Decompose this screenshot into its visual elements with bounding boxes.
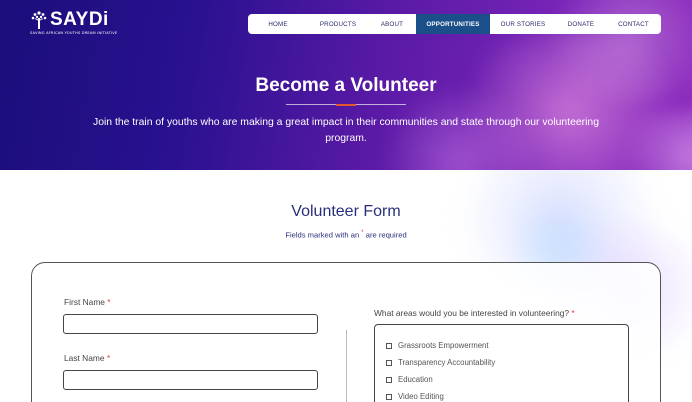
logo-tagline: SAVING AFRICAN YOUTHS DREAM INITIATIVE (30, 31, 118, 35)
nav-item-our-stories[interactable]: OUR STORIES (490, 14, 556, 34)
form-title: Volunteer Form (291, 203, 401, 220)
title-divider-accent (336, 104, 356, 106)
required-star: * (571, 308, 575, 318)
first-name-label: First Name * (64, 297, 111, 307)
nav-item-opportunities[interactable]: OPPORTUNITIES (416, 14, 490, 34)
checkbox[interactable] (386, 342, 392, 349)
nav-item-donate[interactable]: DONATE (556, 14, 606, 34)
area-option[interactable]: Transparency Accountability (386, 358, 495, 367)
main-nav: HOME PRODUCTS ABOUT OPPORTUNITIES OUR ST… (248, 14, 661, 34)
required-star: * (106, 353, 111, 363)
last-name-field[interactable] (63, 370, 318, 390)
area-option[interactable]: Education (386, 375, 433, 384)
site-logo[interactable]: SAYDi SAVING AFRICAN YOUTHS DREAM INITIA… (30, 9, 118, 36)
nav-item-home[interactable]: HOME (248, 14, 308, 34)
nav-item-contact[interactable]: CONTACT (606, 14, 661, 34)
first-name-field[interactable] (63, 314, 318, 334)
checkbox[interactable] (386, 376, 392, 383)
required-star: * (107, 297, 111, 307)
areas-label: What areas would you be interested in vo… (374, 308, 575, 318)
checkbox[interactable] (386, 393, 392, 400)
checkbox[interactable] (386, 359, 392, 366)
tree-icon (30, 10, 48, 30)
column-divider (346, 330, 347, 402)
nav-item-about[interactable]: ABOUT (368, 14, 416, 34)
hero-subtitle: Join the train of youths who are making … (93, 117, 599, 144)
page-title: Become a Volunteer (255, 75, 437, 96)
area-option[interactable]: Grassroots Empowerment (386, 341, 489, 350)
area-option[interactable]: Video Editing (386, 392, 444, 401)
logo-name: SAYDi (50, 9, 109, 30)
required-note: Fields marked with an * are required (285, 230, 407, 240)
last-name-label: Last Name * (64, 353, 111, 363)
nav-item-products[interactable]: PRODUCTS (308, 14, 368, 34)
